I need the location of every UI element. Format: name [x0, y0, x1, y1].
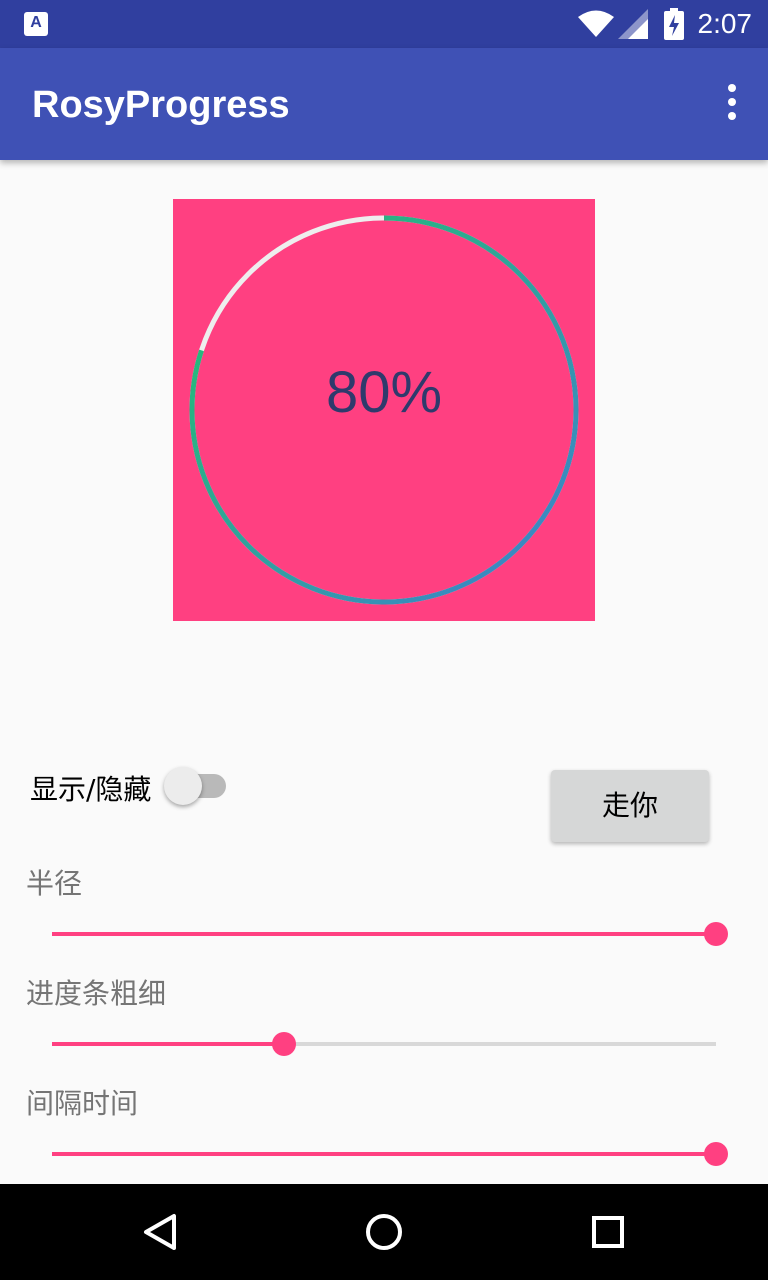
go-button[interactable]: 走你	[551, 770, 709, 842]
switch-thumb	[164, 767, 202, 805]
status-time: 2:07	[697, 8, 753, 39]
back-icon[interactable]	[136, 1208, 184, 1256]
slider-fill	[52, 1152, 716, 1156]
status-bar: A 2:07	[0, 0, 768, 48]
slider-thumb[interactable]	[704, 1142, 728, 1166]
navigation-bar	[0, 1184, 768, 1280]
interval-label: 间隔时间	[26, 1087, 139, 1120]
slider-thumb[interactable]	[704, 922, 728, 946]
app-notification-icon: A	[24, 12, 48, 36]
slider-fill	[52, 1042, 285, 1046]
toggle-label: 显示/隐藏	[30, 773, 152, 806]
stroke-width-slider[interactable]	[52, 1024, 716, 1064]
radius-label: 半径	[26, 867, 83, 900]
app-bar: RosyProgress	[0, 48, 768, 160]
interval-slider[interactable]	[52, 1134, 728, 1174]
wifi-icon	[578, 10, 614, 37]
radius-slider[interactable]	[52, 914, 728, 954]
rosy-progress-view: 80%	[173, 199, 595, 621]
signal-icon	[618, 9, 648, 39]
app-title: RosyProgress	[32, 84, 290, 126]
stroke-width-label: 进度条粗细	[26, 977, 167, 1010]
recents-icon[interactable]	[584, 1208, 632, 1256]
more-vert-icon[interactable]	[720, 84, 744, 124]
progress-percent-text: 80%	[325, 360, 443, 425]
battery-charging-icon	[664, 8, 684, 40]
show-hide-switch[interactable]	[164, 767, 226, 805]
home-icon[interactable]	[360, 1208, 408, 1256]
slider-thumb[interactable]	[272, 1032, 297, 1056]
slider-fill	[52, 932, 716, 936]
